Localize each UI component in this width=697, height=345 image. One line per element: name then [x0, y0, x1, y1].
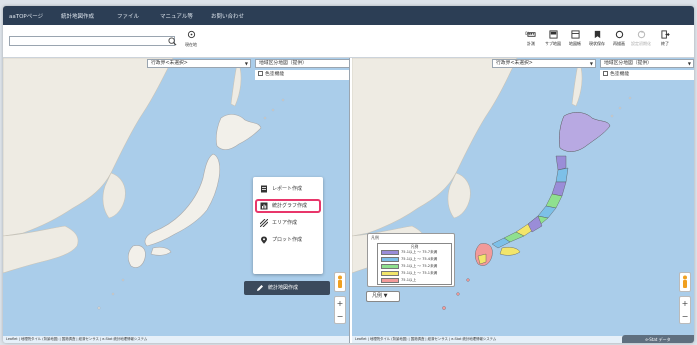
checkbox-icon[interactable] [603, 71, 608, 76]
toolbar: 現在地 0km 計測 サブ地図 地図帳 現状保存 再描画 設定初期化 [3, 25, 694, 58]
legend-swatch [381, 271, 399, 276]
measure-button[interactable]: 計測 [521, 30, 541, 54]
nav-map-create[interactable]: 統計地図作成 [61, 12, 94, 20]
app-window: aaTOPページ 統計地図作成 ファイル マニュアル等 お問い合わせ 現在地 0… [3, 6, 694, 343]
left-checkbox-label: 色塗機能 [265, 72, 285, 77]
legend-swatch [381, 264, 399, 269]
legend-box: 凡例 75.1以上 〜 75.7未満 75.1以上 〜 75.4未満 75.1以… [377, 243, 452, 285]
top-nav-bar: aaTOPページ 統計地図作成 ファイル マニュアル等 お問い合わせ [3, 6, 694, 25]
reset-icon [637, 30, 645, 39]
exit-icon [660, 30, 670, 39]
chevron-down-icon: ▼ [687, 61, 691, 66]
menu-item-report[interactable]: レポート作成 [253, 182, 323, 196]
create-map-button[interactable]: 統計地図作成 [244, 281, 330, 295]
legend-toggle-button[interactable]: 凡例 ▼ [366, 291, 400, 302]
nav-contact[interactable]: お問い合わせ [211, 12, 244, 20]
pegman-icon [683, 275, 687, 288]
nav-file[interactable]: ファイル [117, 12, 139, 20]
zoom-out-button[interactable]: − [680, 310, 690, 323]
nav-manual[interactable]: マニュアル等 [160, 12, 193, 20]
right-zoom-control: + − [679, 296, 691, 324]
search-input[interactable] [9, 36, 175, 46]
legend-row-label: 75.1以上 〜 75.2未満 [401, 264, 438, 268]
current-location-label: 現在地 [185, 42, 197, 47]
menu-item-label: エリア作成 [272, 220, 298, 226]
zoom-in-button[interactable]: + [680, 297, 690, 310]
exit-button[interactable]: 終了 [655, 30, 675, 54]
menu-item-label: プロット作成 [272, 237, 303, 243]
sub-map-label: サブ地図 [545, 41, 561, 46]
sub-map-icon [548, 30, 558, 39]
current-location-button[interactable]: 現在地 [182, 30, 200, 54]
left-area-select[interactable]: 地域区分地図（提供） ▼ [255, 59, 349, 68]
menu-item-highlight [255, 199, 321, 213]
menu-item-area[interactable]: エリア作成 [253, 216, 323, 230]
left-prefecture-select-value: 行政界<未選択> [151, 61, 188, 66]
zoom-in-button[interactable]: + [335, 297, 345, 310]
redraw-label: 再描画 [613, 41, 625, 46]
exit-label: 終了 [661, 41, 669, 46]
legend-swatch [381, 250, 399, 255]
redraw-button[interactable]: 再描画 [609, 30, 629, 54]
right-prefecture-select[interactable]: 行政界<未選択> ▼ [492, 59, 596, 68]
zoom-out-button[interactable]: − [335, 310, 345, 323]
chevron-down-icon: ▼ [244, 61, 248, 66]
legend-row: 75.1以上 [378, 277, 451, 284]
nav-top[interactable]: aaTOPページ [9, 12, 43, 20]
reset-settings-button[interactable]: 設定初期化 [631, 30, 651, 54]
ruler-icon [526, 32, 536, 37]
bookmark-icon [594, 30, 600, 39]
legend-swatch [381, 278, 399, 283]
pencil-icon [257, 285, 263, 291]
right-map-canvas [352, 58, 632, 310]
legend-panel: 凡例 凡例 75.1以上 〜 75.7未満 75.1以上 〜 75.4未満 75… [367, 233, 455, 287]
legend-row-label: 75.1以上 〜 75.1未満 [401, 271, 438, 275]
left-zoom-control: + − [334, 296, 346, 324]
legend-row: 75.1以上 〜 75.2未満 [378, 263, 451, 270]
measure-label: 計測 [527, 41, 535, 46]
legend-swatch [381, 257, 399, 262]
right-area-select-value: 地域区分地図（提供） [604, 61, 652, 66]
right-map[interactable]: 行政界<未選択> ▼ 地域区分地図（提供） ▼ 色塗機能 凡例 凡例 75.1以… [352, 58, 694, 343]
legend-row: 75.1以上 〜 75.1未満 [378, 270, 451, 277]
crosshair-icon [187, 30, 195, 39]
legend-row-label: 75.1以上 [401, 278, 417, 282]
menu-item-label: レポート作成 [272, 186, 303, 192]
pegman-icon [338, 275, 342, 288]
left-pegman-button[interactable] [334, 272, 346, 292]
atlas-icon [570, 30, 580, 39]
left-color-checkbox[interactable]: 色塗機能 [255, 70, 349, 80]
report-icon [261, 185, 267, 193]
create-popup-menu: レポート作成 統計グラフ作成 エリア作成 プロット作成 [253, 177, 323, 274]
create-map-label: 統計地図作成 [268, 285, 299, 291]
left-area-select-value: 地域区分地図（提供） [259, 61, 307, 66]
right-area-select[interactable]: 地域区分地図（提供） ▼ [600, 59, 694, 68]
reset-settings-label: 設定初期化 [631, 41, 651, 46]
right-color-checkbox[interactable]: 色塗機能 [600, 70, 694, 80]
legend-row-label: 75.1以上 〜 75.7未満 [401, 250, 438, 254]
corner-badge: e-Stat データ [622, 335, 694, 343]
checkbox-icon[interactable] [258, 71, 263, 76]
legend-row: 75.1以上 〜 75.4未満 [378, 256, 451, 263]
atlas-button[interactable]: 地図帳 [565, 30, 585, 54]
chevron-down-icon: ▼ [589, 61, 593, 66]
pin-icon [261, 236, 267, 244]
menu-item-plot[interactable]: プロット作成 [253, 233, 323, 247]
legend-row: 75.1以上 〜 75.7未満 [378, 249, 451, 256]
left-attribution: Leaflet | 地理院タイル (背景地図) | 国勢調査 | 経済センサス … [3, 336, 349, 343]
atlas-label: 地図帳 [569, 41, 581, 46]
right-pegman-button[interactable] [679, 272, 691, 292]
search-icon[interactable] [168, 37, 177, 46]
right-prefecture-select-value: 行政界<未選択> [496, 61, 533, 66]
left-prefecture-select[interactable]: 行政界<未選択> ▼ [147, 59, 251, 68]
legend-row-label: 75.1以上 〜 75.4未満 [401, 257, 438, 261]
right-checkbox-label: 色塗機能 [610, 72, 630, 77]
sub-map-button[interactable]: サブ地図 [543, 30, 563, 54]
redraw-icon [615, 30, 623, 39]
save-state-label: 現状保存 [589, 41, 605, 46]
legend-header: 凡例 [371, 235, 379, 240]
area-icon [260, 219, 268, 227]
save-state-button[interactable]: 現状保存 [587, 30, 607, 54]
